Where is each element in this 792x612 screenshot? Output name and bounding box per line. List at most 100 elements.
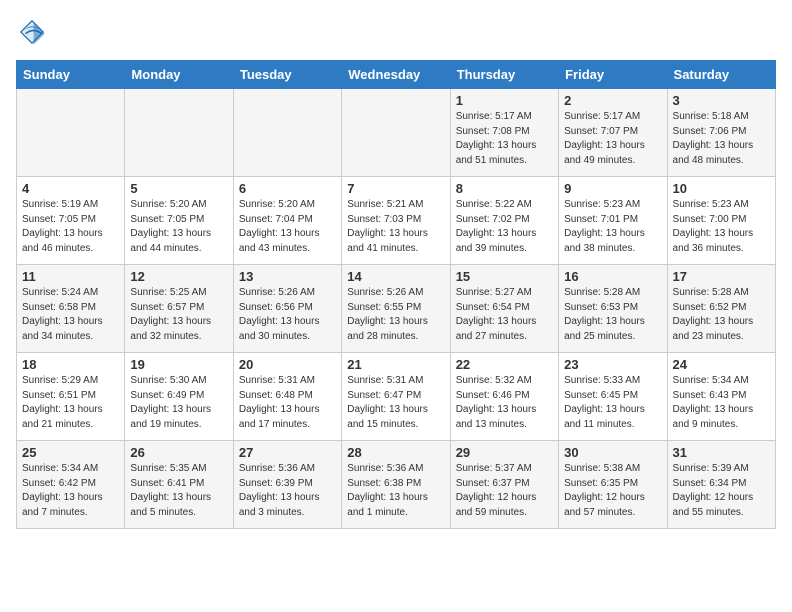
- calendar-cell: 3 Sunrise: 5:18 AM Sunset: 7:06 PM Daylig…: [667, 89, 775, 177]
- week-row-3: 11 Sunrise: 5:24 AM Sunset: 6:58 PM Dayli…: [17, 265, 776, 353]
- calendar-cell: 24 Sunrise: 5:34 AM Sunset: 6:43 PM Dayli…: [667, 353, 775, 441]
- weekday-header-friday: Friday: [559, 61, 667, 89]
- calendar-cell: 16 Sunrise: 5:28 AM Sunset: 6:53 PM Dayli…: [559, 265, 667, 353]
- logo-icon: [16, 16, 48, 48]
- day-number: 16: [564, 269, 661, 284]
- cell-info: Sunrise: 5:20 AM Sunset: 7:05 PM Dayligh…: [130, 198, 227, 256]
- day-number: 1: [456, 93, 553, 108]
- calendar-cell: 28Sunrise: 5:36 AM Sunset: 6:38 PM Dayli…: [342, 441, 450, 529]
- day-number: 10: [673, 181, 770, 196]
- cell-info: Sunrise: 5:26 AM Sunset: 6:55 PM Dayligh…: [347, 286, 444, 344]
- calendar-cell: 26 Sunrise: 5:35 AM Sunset: 6:41 PM Dayli…: [125, 441, 233, 529]
- calendar-table: SundayMondayTuesdayWednesdayThursdayFrid…: [16, 60, 776, 529]
- cell-info: Sunrise: 5:39 AM Sunset: 6:34 PM Dayligh…: [673, 462, 770, 520]
- day-number: 13: [239, 269, 336, 284]
- calendar-cell: 31 Sunrise: 5:39 AM Sunset: 6:34 PM Dayli…: [667, 441, 775, 529]
- calendar-header: SundayMondayTuesdayWednesdayThursdayFrid…: [17, 61, 776, 89]
- day-number: 26: [130, 445, 227, 460]
- cell-info: Sunrise: 5:23 AM Sunset: 7:00 PM Dayligh…: [673, 198, 770, 256]
- cell-info: Sunrise: 5:19 AM Sunset: 7:05 PM Dayligh…: [22, 198, 119, 256]
- calendar-cell: 14 Sunrise: 5:26 AM Sunset: 6:55 PM Dayli…: [342, 265, 450, 353]
- day-number: 5: [130, 181, 227, 196]
- calendar-cell: 13 Sunrise: 5:26 AM Sunset: 6:56 PM Dayli…: [233, 265, 341, 353]
- calendar-cell: 21 Sunrise: 5:31 AM Sunset: 6:47 PM Dayli…: [342, 353, 450, 441]
- day-number: 11: [22, 269, 119, 284]
- cell-info: Sunrise: 5:27 AM Sunset: 6:54 PM Dayligh…: [456, 286, 553, 344]
- cell-info: Sunrise: 5:36 AM Sunset: 6:38 PM Dayligh…: [347, 462, 444, 520]
- weekday-header-sunday: Sunday: [17, 61, 125, 89]
- cell-info: Sunrise: 5:37 AM Sunset: 6:37 PM Dayligh…: [456, 462, 553, 520]
- header: [16, 16, 776, 48]
- calendar-cell: 18 Sunrise: 5:29 AM Sunset: 6:51 PM Dayli…: [17, 353, 125, 441]
- calendar-cell: 29Sunrise: 5:37 AM Sunset: 6:37 PM Dayli…: [450, 441, 558, 529]
- calendar-cell: 22 Sunrise: 5:32 AM Sunset: 6:46 PM Dayli…: [450, 353, 558, 441]
- calendar-cell: [233, 89, 341, 177]
- calendar-cell: 9Sunrise: 5:23 AM Sunset: 7:01 PM Daylig…: [559, 177, 667, 265]
- cell-info: Sunrise: 5:36 AM Sunset: 6:39 PM Dayligh…: [239, 462, 336, 520]
- calendar-cell: 30Sunrise: 5:38 AM Sunset: 6:35 PM Dayli…: [559, 441, 667, 529]
- day-number: 12: [130, 269, 227, 284]
- calendar-cell: 20 Sunrise: 5:31 AM Sunset: 6:48 PM Dayli…: [233, 353, 341, 441]
- cell-info: Sunrise: 5:21 AM Sunset: 7:03 PM Dayligh…: [347, 198, 444, 256]
- day-number: 22: [456, 357, 553, 372]
- calendar-cell: 7 Sunrise: 5:21 AM Sunset: 7:03 PM Daylig…: [342, 177, 450, 265]
- calendar-cell: [125, 89, 233, 177]
- cell-info: Sunrise: 5:31 AM Sunset: 6:48 PM Dayligh…: [239, 374, 336, 432]
- day-number: 15: [456, 269, 553, 284]
- calendar-cell: 27 Sunrise: 5:36 AM Sunset: 6:39 PM Dayli…: [233, 441, 341, 529]
- calendar-cell: 17Sunrise: 5:28 AM Sunset: 6:52 PM Dayli…: [667, 265, 775, 353]
- cell-info: Sunrise: 5:22 AM Sunset: 7:02 PM Dayligh…: [456, 198, 553, 256]
- day-number: 8: [456, 181, 553, 196]
- cell-info: Sunrise: 5:33 AM Sunset: 6:45 PM Dayligh…: [564, 374, 661, 432]
- cell-info: Sunrise: 5:34 AM Sunset: 6:43 PM Dayligh…: [673, 374, 770, 432]
- calendar-cell: 10 Sunrise: 5:23 AM Sunset: 7:00 PM Dayli…: [667, 177, 775, 265]
- calendar-cell: 11 Sunrise: 5:24 AM Sunset: 6:58 PM Dayli…: [17, 265, 125, 353]
- calendar-cell: 6 Sunrise: 5:20 AM Sunset: 7:04 PM Daylig…: [233, 177, 341, 265]
- day-number: 17: [673, 269, 770, 284]
- weekday-header-saturday: Saturday: [667, 61, 775, 89]
- day-number: 18: [22, 357, 119, 372]
- weekday-header-wednesday: Wednesday: [342, 61, 450, 89]
- week-row-5: 25 Sunrise: 5:34 AM Sunset: 6:42 PM Dayli…: [17, 441, 776, 529]
- day-number: 2: [564, 93, 661, 108]
- calendar-cell: 4 Sunrise: 5:19 AM Sunset: 7:05 PM Daylig…: [17, 177, 125, 265]
- cell-info: Sunrise: 5:29 AM Sunset: 6:51 PM Dayligh…: [22, 374, 119, 432]
- calendar-cell: 19Sunrise: 5:30 AM Sunset: 6:49 PM Dayli…: [125, 353, 233, 441]
- day-number: 21: [347, 357, 444, 372]
- logo: [16, 16, 52, 48]
- cell-info: Sunrise: 5:34 AM Sunset: 6:42 PM Dayligh…: [22, 462, 119, 520]
- calendar-cell: 5 Sunrise: 5:20 AM Sunset: 7:05 PM Daylig…: [125, 177, 233, 265]
- cell-info: Sunrise: 5:24 AM Sunset: 6:58 PM Dayligh…: [22, 286, 119, 344]
- cell-info: Sunrise: 5:25 AM Sunset: 6:57 PM Dayligh…: [130, 286, 227, 344]
- day-number: 6: [239, 181, 336, 196]
- day-number: 3: [673, 93, 770, 108]
- day-number: 19: [130, 357, 227, 372]
- day-number: 24: [673, 357, 770, 372]
- cell-info: Sunrise: 5:31 AM Sunset: 6:47 PM Dayligh…: [347, 374, 444, 432]
- day-number: 27: [239, 445, 336, 460]
- cell-info: Sunrise: 5:28 AM Sunset: 6:53 PM Dayligh…: [564, 286, 661, 344]
- weekday-header-monday: Monday: [125, 61, 233, 89]
- cell-info: Sunrise: 5:20 AM Sunset: 7:04 PM Dayligh…: [239, 198, 336, 256]
- day-number: 20: [239, 357, 336, 372]
- calendar-cell: 2Sunrise: 5:17 AM Sunset: 7:07 PM Daylig…: [559, 89, 667, 177]
- calendar-cell: 25 Sunrise: 5:34 AM Sunset: 6:42 PM Dayli…: [17, 441, 125, 529]
- cell-info: Sunrise: 5:35 AM Sunset: 6:41 PM Dayligh…: [130, 462, 227, 520]
- day-number: 23: [564, 357, 661, 372]
- day-number: 14: [347, 269, 444, 284]
- day-number: 4: [22, 181, 119, 196]
- day-number: 31: [673, 445, 770, 460]
- cell-info: Sunrise: 5:18 AM Sunset: 7:06 PM Dayligh…: [673, 110, 770, 168]
- week-row-2: 4 Sunrise: 5:19 AM Sunset: 7:05 PM Daylig…: [17, 177, 776, 265]
- header-row: SundayMondayTuesdayWednesdayThursdayFrid…: [17, 61, 776, 89]
- calendar-cell: 1Sunrise: 5:17 AM Sunset: 7:08 PM Daylig…: [450, 89, 558, 177]
- cell-info: Sunrise: 5:32 AM Sunset: 6:46 PM Dayligh…: [456, 374, 553, 432]
- calendar-cell: [17, 89, 125, 177]
- cell-info: Sunrise: 5:26 AM Sunset: 6:56 PM Dayligh…: [239, 286, 336, 344]
- calendar-cell: [342, 89, 450, 177]
- day-number: 30: [564, 445, 661, 460]
- weekday-header-thursday: Thursday: [450, 61, 558, 89]
- weekday-header-tuesday: Tuesday: [233, 61, 341, 89]
- day-number: 7: [347, 181, 444, 196]
- day-number: 25: [22, 445, 119, 460]
